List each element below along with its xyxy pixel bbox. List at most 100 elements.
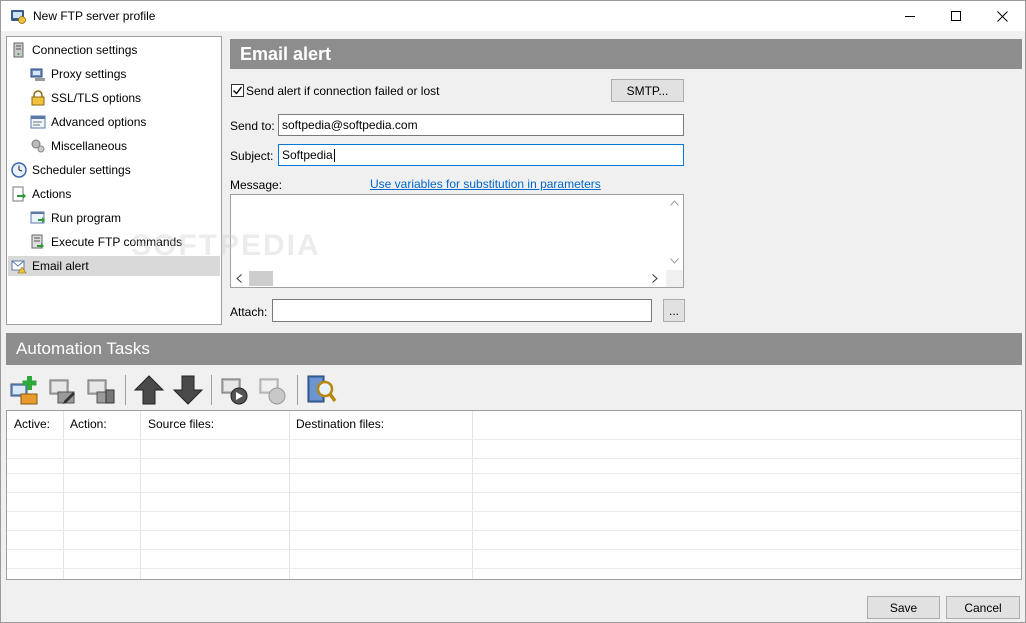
ftp-commands-icon <box>31 234 44 249</box>
scroll-left-icon <box>236 274 242 283</box>
tree-item-label: Run program <box>51 211 122 225</box>
toolbar-separator <box>211 375 212 405</box>
view-log-button[interactable] <box>304 373 338 407</box>
row-divider <box>7 568 1021 569</box>
options-icon <box>30 115 46 129</box>
add-task-button[interactable] <box>8 373 42 407</box>
variables-link[interactable]: Use variables for substitution in parame… <box>370 177 601 191</box>
arrow-up-icon <box>133 375 165 405</box>
tree-item-label: Miscellaneous <box>51 139 128 153</box>
tree-item-connection-settings[interactable]: Connection settings <box>11 40 219 60</box>
tree-item-advanced-options[interactable]: Advanced options <box>30 112 146 132</box>
scroll-down-icon <box>670 258 679 264</box>
column-divider <box>289 411 290 579</box>
stop-task-icon <box>259 378 286 405</box>
move-down-button[interactable] <box>171 373 205 407</box>
send-to-field[interactable]: softpedia@softpedia.com <box>278 114 684 136</box>
close-button[interactable] <box>979 1 1025 31</box>
automation-tasks-table[interactable]: Active: Action: Source files: Destinatio… <box>6 410 1022 580</box>
delete-task-icon <box>87 379 115 404</box>
scroll-right-icon <box>652 274 658 283</box>
settings-tree[interactable]: Connection settings Proxy settings SSL/T… <box>6 36 222 325</box>
column-header-action[interactable]: Action: <box>63 411 141 439</box>
message-label: Message: <box>230 178 283 192</box>
scrollbar-corner <box>666 270 683 287</box>
tree-item-scheduler-settings[interactable]: Scheduler settings <box>11 160 131 180</box>
tree-item-label: Actions <box>32 187 72 201</box>
tree-item-label: Advanced options <box>51 115 147 129</box>
tree-item-miscellaneous[interactable]: Miscellaneous <box>30 136 127 156</box>
row-divider <box>7 530 1021 531</box>
tree-item-ssl-tls-options[interactable]: SSL/TLS options <box>30 88 141 108</box>
email-alert-header: Email alert <box>230 39 1022 69</box>
tree-item-proxy-settings[interactable]: Proxy settings <box>30 64 126 84</box>
add-task-icon <box>10 376 38 405</box>
run-task-icon <box>221 378 248 405</box>
message-horizontal-scrollbar[interactable] <box>231 270 666 287</box>
save-button[interactable]: Save <box>867 596 940 619</box>
run-task-button[interactable] <box>218 373 252 407</box>
stop-task-button[interactable] <box>256 373 290 407</box>
delete-task-button[interactable] <box>84 373 118 407</box>
subject-label: Subject: <box>230 149 274 163</box>
tree-item-actions[interactable]: Actions <box>11 184 71 204</box>
arrow-down-icon <box>172 375 204 405</box>
scroll-up-icon <box>670 200 679 206</box>
edit-task-button[interactable] <box>46 373 80 407</box>
toolbar-separator <box>297 375 298 405</box>
row-divider <box>7 473 1021 474</box>
subject-field[interactable]: Softpedia <box>278 144 684 166</box>
tree-item-label: Proxy settings <box>51 67 127 81</box>
cancel-button[interactable]: Cancel <box>946 596 1020 619</box>
tree-item-run-program[interactable]: Run program <box>30 208 121 228</box>
horizontal-scroll-thumb[interactable] <box>249 271 273 286</box>
row-divider <box>7 549 1021 550</box>
run-icon <box>30 211 45 224</box>
maximize-button[interactable] <box>933 1 979 31</box>
server-icon <box>13 42 24 58</box>
attach-field[interactable] <box>272 299 652 322</box>
move-up-button[interactable] <box>132 373 166 407</box>
title-bar[interactable]: New FTP server profile <box>1 1 1025 31</box>
message-vertical-scrollbar[interactable] <box>666 195 683 270</box>
row-divider <box>7 492 1021 493</box>
minimize-button[interactable] <box>887 1 933 31</box>
row-divider <box>7 439 1021 440</box>
proxy-icon <box>30 68 45 81</box>
column-divider <box>63 411 64 579</box>
column-header-active[interactable]: Active: <box>7 411 63 439</box>
app-icon <box>11 10 26 24</box>
tree-item-label: SSL/TLS options <box>51 91 142 105</box>
column-header-destination-files[interactable]: Destination files: <box>289 411 473 439</box>
send-to-label: Send to: <box>230 119 275 133</box>
window-title: New FTP server profile <box>33 9 156 23</box>
row-divider <box>7 458 1021 459</box>
maximize-icon <box>950 10 961 21</box>
checkmark-icon <box>233 86 243 95</box>
row-divider <box>7 511 1021 512</box>
subject-value: Softpedia <box>282 148 333 162</box>
tree-item-label: Email alert <box>32 259 89 273</box>
lock-icon <box>31 90 45 106</box>
column-divider <box>472 411 473 579</box>
minimize-icon <box>904 15 915 17</box>
search-log-icon <box>307 375 337 403</box>
email-alert-icon <box>11 260 27 274</box>
watermark: SOFTPEDIA <box>131 229 321 262</box>
send-alert-checkbox[interactable] <box>231 84 244 97</box>
close-icon <box>996 10 1008 22</box>
send-alert-label: Send alert if connection failed or lost <box>246 84 440 98</box>
attach-label: Attach: <box>230 305 268 319</box>
automation-tasks-header: Automation Tasks <box>6 333 1022 365</box>
smtp-button[interactable]: SMTP... <box>611 79 684 102</box>
edit-task-icon <box>49 379 75 404</box>
tree-item-label: Connection settings <box>32 43 138 57</box>
misc-icon <box>31 139 45 153</box>
ftp-profile-window: New FTP server profile Connection settin… <box>0 0 1026 623</box>
automation-toolbar <box>6 371 1022 409</box>
column-header-source-files[interactable]: Source files: <box>141 411 289 439</box>
actions-icon <box>12 186 26 202</box>
browse-attach-button[interactable]: ... <box>663 299 685 322</box>
toolbar-separator <box>125 375 126 405</box>
text-cursor <box>333 148 335 162</box>
